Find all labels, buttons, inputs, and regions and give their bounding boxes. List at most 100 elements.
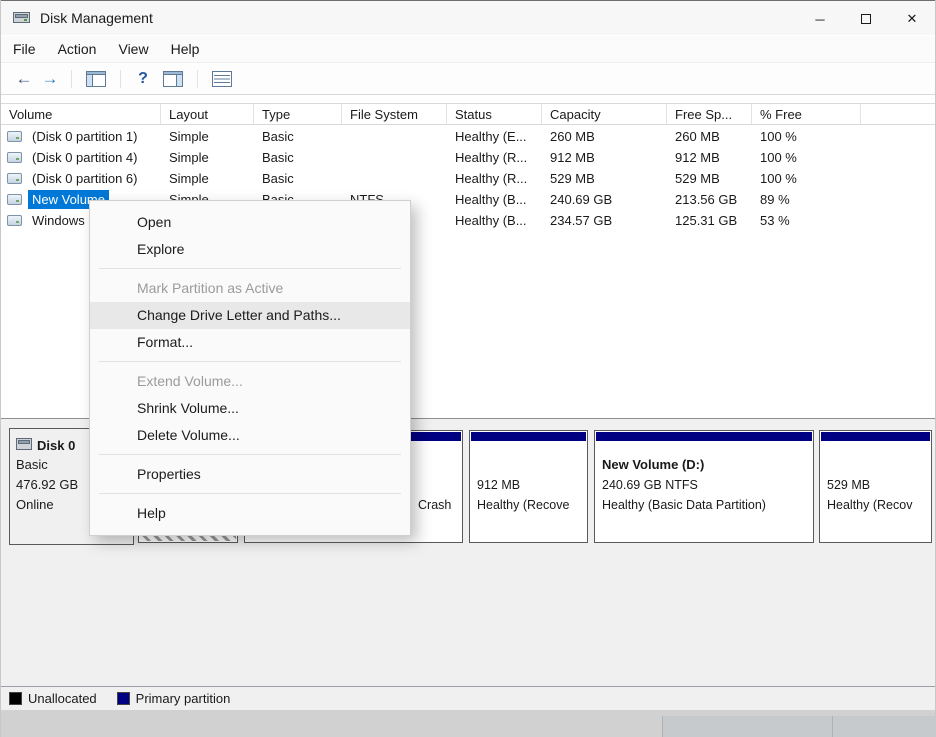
volume-label: (Disk 0 partition 6) — [28, 169, 141, 188]
file-system-cell — [342, 168, 447, 189]
column-header-volume[interactable]: Volume — [1, 104, 161, 124]
partition-name-text: New Volume (D:) — [602, 455, 806, 475]
menu-item-delete-volume[interactable]: Delete Volume... — [90, 422, 410, 449]
menu-item-properties[interactable]: Properties — [90, 461, 410, 488]
volume-label: (Disk 0 partition 4) — [28, 148, 141, 167]
column-header-status[interactable]: Status — [447, 104, 542, 124]
window-title: Disk Management — [40, 10, 153, 26]
volume-cell: (Disk 0 partition 6) — [1, 168, 161, 189]
taskbar-divider — [832, 716, 833, 737]
menu-file[interactable]: File — [2, 38, 47, 60]
menu-action[interactable]: Action — [47, 38, 108, 60]
menu-item-mark-partition-active: Mark Partition as Active — [90, 275, 410, 302]
minimize-button[interactable]: ─ — [797, 2, 843, 36]
partition-box-912mb[interactable]: 912 MB Healthy (Recove — [469, 430, 588, 543]
column-header-layout[interactable]: Layout — [161, 104, 254, 124]
volume-icon — [7, 131, 22, 142]
menu-item-explore[interactable]: Explore — [90, 236, 410, 263]
capacity-cell: 912 MB — [542, 147, 667, 168]
minimize-icon: ─ — [815, 12, 824, 27]
context-menu: Open Explore Mark Partition as Active Ch… — [89, 200, 411, 536]
capacity-cell: 529 MB — [542, 168, 667, 189]
layout-cell: Simple — [161, 126, 254, 147]
layout-cell: Simple — [161, 168, 254, 189]
taskbar-fragment — [662, 716, 935, 737]
volume-row-partition-6[interactable]: (Disk 0 partition 6) Simple Basic Health… — [1, 168, 935, 189]
pct-free-cell: 100 % — [752, 168, 861, 189]
menu-view[interactable]: View — [107, 38, 159, 60]
layout-cell: Simple — [161, 147, 254, 168]
console-tree-toggle-button[interactable] — [86, 71, 106, 87]
partition-size-text: 240.69 GB NTFS — [602, 475, 806, 495]
type-cell: Basic — [254, 147, 342, 168]
volume-icon — [7, 173, 22, 184]
pct-free-cell: 89 % — [752, 189, 861, 210]
action-pane-toggle-button[interactable] — [163, 71, 183, 87]
menu-item-open[interactable]: Open — [90, 209, 410, 236]
status-cell: Healthy (R... — [447, 168, 542, 189]
partition-status-text: Healthy (Recov — [827, 495, 924, 515]
menu-help[interactable]: Help — [160, 38, 211, 60]
menu-item-shrink-volume[interactable]: Shrink Volume... — [90, 395, 410, 422]
maximize-button[interactable] — [843, 2, 889, 36]
partition-color-bar — [596, 432, 812, 441]
partition-status-text: Healthy (Basic Data Partition) — [602, 495, 806, 515]
capacity-cell: 240.69 GB — [542, 189, 667, 210]
free-space-cell: 260 MB — [667, 126, 752, 147]
disk-name: Disk 0 — [37, 438, 75, 453]
menu-item-extend-volume: Extend Volume... — [90, 368, 410, 395]
volume-label: (Disk 0 partition 1) — [28, 127, 141, 146]
menu-separator — [99, 454, 401, 455]
forward-button[interactable]: → — [37, 69, 63, 89]
column-header-filler — [861, 104, 935, 124]
status-cell: Healthy (E... — [447, 126, 542, 147]
disk-management-window: Disk Management ─ ✕ File Action View Hel… — [0, 0, 936, 737]
volume-row-partition-1[interactable]: (Disk 0 partition 1) Simple Basic Health… — [1, 126, 935, 147]
free-space-cell: 125.31 GB — [667, 210, 752, 231]
disk-icon — [16, 438, 32, 453]
partition-box-529mb[interactable]: 529 MB Healthy (Recov — [819, 430, 932, 543]
volume-icon — [7, 215, 22, 226]
menu-bar: File Action View Help — [1, 36, 935, 63]
capacity-cell: 260 MB — [542, 126, 667, 147]
column-header-type[interactable]: Type — [254, 104, 342, 124]
type-cell: Basic — [254, 168, 342, 189]
toolbar: ← → ? — [1, 64, 935, 95]
file-system-cell — [342, 147, 447, 168]
volume-label: Windows — [28, 211, 89, 230]
primary-partition-swatch — [117, 692, 130, 705]
volume-icon — [7, 152, 22, 163]
free-space-cell: 529 MB — [667, 168, 752, 189]
legend-label-primary: Primary partition — [136, 691, 231, 706]
status-cell: Healthy (B... — [447, 189, 542, 210]
menu-item-format[interactable]: Format... — [90, 329, 410, 356]
column-header-capacity[interactable]: Capacity — [542, 104, 667, 124]
maximize-icon — [861, 14, 871, 24]
volume-table-header: Volume Layout Type File System Status Ca… — [1, 103, 935, 125]
menu-separator — [99, 268, 401, 269]
close-button[interactable]: ✕ — [889, 2, 935, 36]
unallocated-swatch — [9, 692, 22, 705]
menu-item-change-drive-letter[interactable]: Change Drive Letter and Paths... — [90, 302, 410, 329]
column-header-file-system[interactable]: File System — [342, 104, 447, 124]
partition-color-bar — [821, 432, 930, 441]
menu-item-help[interactable]: Help — [90, 500, 410, 527]
column-header-pct-free[interactable]: % Free — [752, 104, 861, 124]
capacity-cell: 234.57 GB — [542, 210, 667, 231]
toolbar-separator — [120, 70, 121, 88]
volume-cell: (Disk 0 partition 4) — [1, 147, 161, 168]
help-button[interactable]: ? — [133, 70, 153, 88]
partition-status-text: Healthy (Recove — [477, 495, 580, 515]
partition-box-new-volume[interactable]: New Volume (D:) 240.69 GB NTFS Healthy (… — [594, 430, 814, 543]
partition-color-bar — [471, 432, 586, 441]
menu-separator — [99, 493, 401, 494]
pct-free-cell: 53 % — [752, 210, 861, 231]
volume-cell: (Disk 0 partition 1) — [1, 126, 161, 147]
views-list-button[interactable] — [212, 71, 232, 87]
back-button[interactable]: ← — [11, 69, 37, 89]
app-icon — [13, 11, 30, 25]
volume-row-partition-4[interactable]: (Disk 0 partition 4) Simple Basic Health… — [1, 147, 935, 168]
partition-status-text: Crash — [418, 495, 455, 515]
column-header-free-space[interactable]: Free Sp... — [667, 104, 752, 124]
type-cell: Basic — [254, 126, 342, 147]
